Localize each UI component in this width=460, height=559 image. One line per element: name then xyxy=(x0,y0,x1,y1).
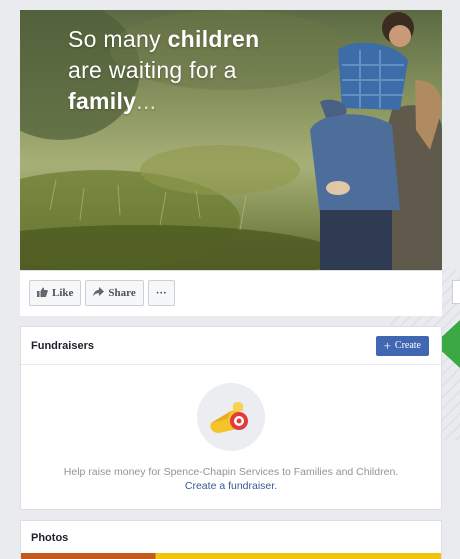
cover-ellipsis: ... xyxy=(136,88,157,114)
page-action-bar: Like Share ··· xyxy=(20,270,442,316)
more-icon: ··· xyxy=(155,287,167,299)
cover-line-1-text: So many xyxy=(68,26,168,52)
cover-photo[interactable]: So many children are waiting for a famil… xyxy=(20,10,442,270)
fundraiser-icon xyxy=(197,383,265,451)
fundraisers-card: Fundraisers + Create Help raise money fo… xyxy=(20,326,442,510)
cover-line-1-bold: children xyxy=(167,26,260,52)
more-options-button[interactable]: ··· xyxy=(147,280,175,306)
cover-line-3-bold: family xyxy=(68,88,137,114)
like-icon xyxy=(37,287,48,300)
cover-line-2: are waiting for a xyxy=(68,57,237,83)
adjacent-panel-edge xyxy=(452,280,460,304)
cover-headline: So many children are waiting for a famil… xyxy=(68,24,259,117)
share-icon xyxy=(93,286,105,300)
like-label: Like xyxy=(52,287,74,299)
create-fundraiser-button[interactable]: + Create xyxy=(375,335,429,356)
photos-title: Photos xyxy=(31,532,69,544)
fundraisers-header: Fundraisers + Create xyxy=(21,327,441,365)
fundraisers-description: Help raise money for Spence-Chapin Servi… xyxy=(63,466,399,478)
create-label: Create xyxy=(394,340,421,351)
photos-card: Photos xyxy=(20,520,442,559)
create-fundraiser-link[interactable]: Create a fundraiser. xyxy=(21,479,441,493)
plus-icon: + xyxy=(383,338,391,353)
like-button[interactable]: Like xyxy=(29,280,82,306)
share-label: Share xyxy=(108,287,136,299)
share-button[interactable]: Share xyxy=(85,280,144,306)
photos-preview-strip[interactable] xyxy=(21,553,441,559)
fundraisers-title: Fundraisers xyxy=(31,339,94,352)
